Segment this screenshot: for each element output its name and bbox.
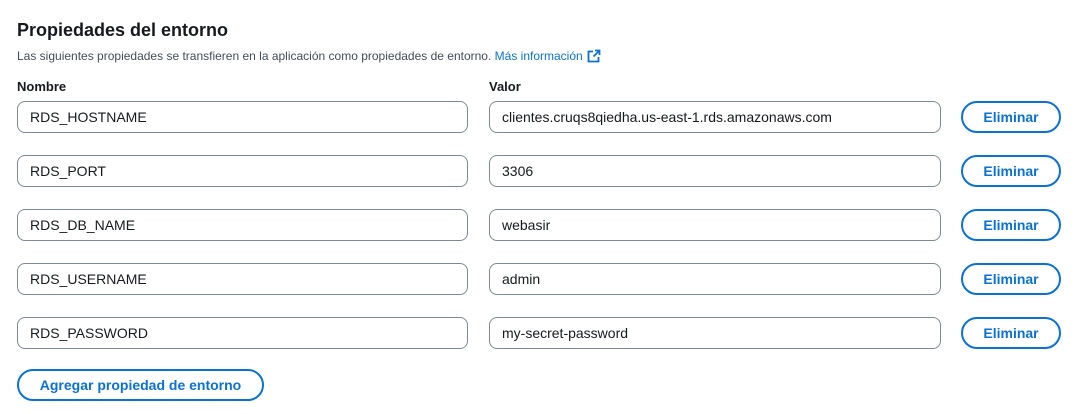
property-name-input[interactable] bbox=[17, 317, 468, 349]
name-column-label: Nombre bbox=[17, 79, 67, 94]
property-row: Eliminar bbox=[0, 101, 1080, 133]
description-text: Las siguientes propiedades se transfiere… bbox=[17, 49, 492, 63]
property-name-input[interactable] bbox=[17, 101, 468, 133]
property-name-input[interactable] bbox=[17, 263, 468, 295]
property-row: Eliminar bbox=[0, 155, 1080, 187]
property-value-input[interactable] bbox=[489, 263, 941, 295]
learn-more-link[interactable]: Más información bbox=[495, 49, 601, 63]
property-value-input[interactable] bbox=[489, 209, 941, 241]
property-value-input[interactable] bbox=[489, 101, 941, 133]
section-description: Las siguientes propiedades se transfiere… bbox=[17, 48, 601, 64]
remove-property-button[interactable]: Eliminar bbox=[961, 101, 1061, 133]
remove-property-button[interactable]: Eliminar bbox=[961, 209, 1061, 241]
property-name-input[interactable] bbox=[17, 155, 468, 187]
remove-property-button[interactable]: Eliminar bbox=[961, 263, 1061, 295]
add-property-button[interactable]: Agregar propiedad de entorno bbox=[17, 369, 264, 401]
property-value-input[interactable] bbox=[489, 317, 941, 349]
external-link-icon bbox=[587, 49, 601, 63]
remove-property-button[interactable]: Eliminar bbox=[961, 317, 1061, 349]
property-row: Eliminar bbox=[0, 263, 1080, 295]
remove-property-button[interactable]: Eliminar bbox=[961, 155, 1061, 187]
learn-more-label: Más información bbox=[494, 49, 583, 63]
property-row: Eliminar bbox=[0, 317, 1080, 349]
property-name-input[interactable] bbox=[17, 209, 468, 241]
section-title: Propiedades del entorno bbox=[17, 20, 229, 40]
property-value-input[interactable] bbox=[489, 155, 941, 187]
property-row: Eliminar bbox=[0, 209, 1080, 241]
value-column-label: Valor bbox=[489, 79, 521, 94]
